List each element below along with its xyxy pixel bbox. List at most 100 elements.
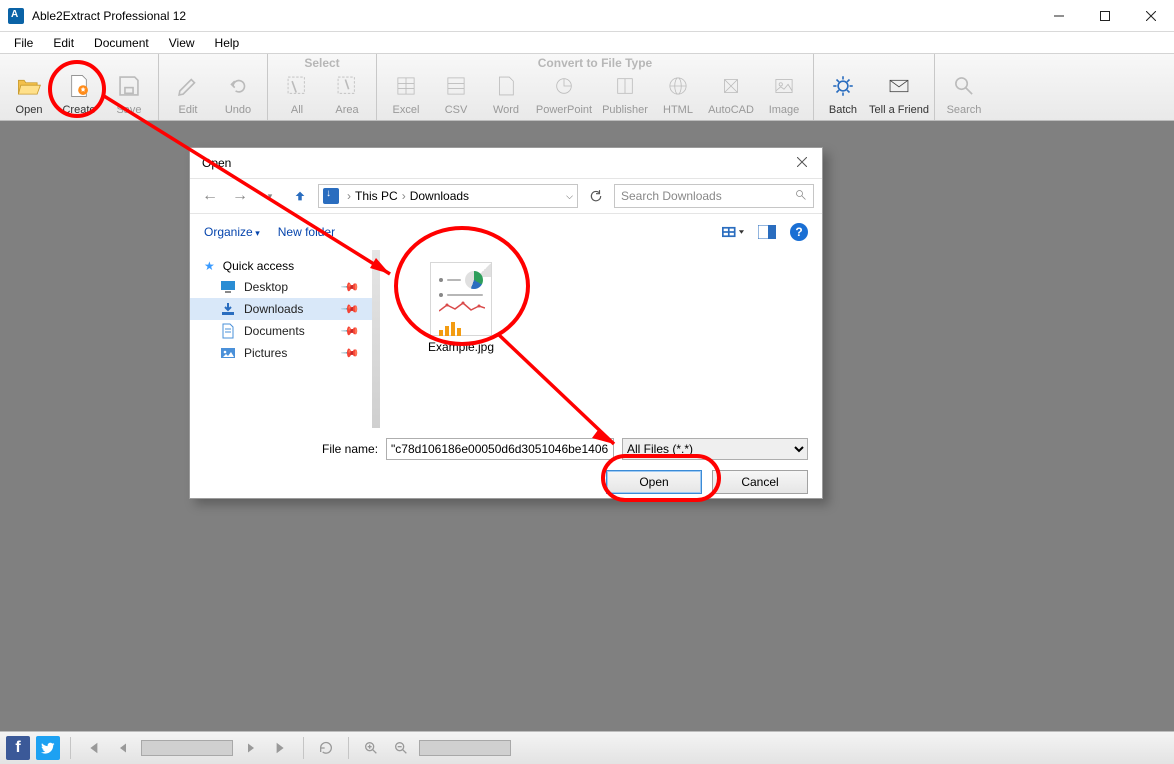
documents-icon [220,323,236,339]
sidebar-item-pictures[interactable]: Pictures 📌 [190,342,372,364]
excel-icon [392,72,420,100]
menu-edit[interactable]: Edit [43,34,84,52]
convert-csv-button[interactable]: CSV [431,54,481,120]
search-label: Search [947,104,982,116]
nav-up-button[interactable] [288,184,312,208]
chevron-down-icon[interactable]: ⌵ [566,191,573,202]
breadcrumb-folder[interactable]: Downloads [410,189,469,203]
page-slider[interactable] [141,740,233,756]
select-all-button[interactable]: All [272,56,322,120]
facebook-icon[interactable]: f [6,736,30,760]
undo-icon [224,72,252,100]
help-button[interactable]: ? [790,223,808,241]
twitter-icon[interactable] [36,736,60,760]
convert-html-button[interactable]: HTML [653,54,703,120]
filename-label: File name: [322,442,378,456]
nav-forward-button[interactable]: → [228,184,252,208]
cancel-button[interactable]: Cancel [712,470,808,494]
search-input[interactable]: Search Downloads [614,184,814,208]
breadcrumb[interactable]: › This PC › Downloads ⌵ [318,184,578,208]
preview-pane-button[interactable] [756,223,778,241]
zoom-in-button[interactable] [359,736,383,760]
file-item-example[interactable]: Example.jpg [422,262,500,354]
menu-help[interactable]: Help [205,34,250,52]
rotate-button[interactable] [314,736,338,760]
close-icon [797,157,807,167]
area-label: Area [335,104,358,116]
convert-autocad-button[interactable]: AutoCAD [703,54,759,120]
create-label: Create [62,104,95,116]
organize-button[interactable]: Organize [204,225,260,239]
menu-view[interactable]: View [159,34,205,52]
downloads-icon [323,188,339,204]
nav-history-dropdown[interactable]: ▾ [258,184,282,208]
search-icon [950,72,978,100]
maximize-icon [1100,11,1110,21]
open-file-button[interactable]: Open [606,470,702,494]
zoom-out-button[interactable] [389,736,413,760]
undo-button[interactable]: Undo [213,54,263,120]
powerpoint-label: PowerPoint [536,104,592,116]
publisher-label: Publisher [602,104,648,116]
next-page-button[interactable] [239,736,263,760]
select-all-icon [283,72,311,100]
dialog-close-button[interactable] [788,152,816,172]
autocad-label: AutoCAD [708,104,754,116]
dialog-titlebar: Open [190,148,822,178]
batch-button[interactable]: Batch [818,54,868,120]
chevron-right-icon: › [398,189,410,203]
convert-excel-button[interactable]: Excel [381,54,431,120]
dialog-toolbar: Organize New folder ? [190,214,822,250]
convert-image-button[interactable]: Image [759,54,809,120]
toolbar: Open Create Save Edit Undo Select All Ar… [0,54,1174,121]
sidebar-item-downloads[interactable]: Downloads 📌 [190,298,372,320]
minimize-button[interactable] [1036,0,1082,32]
menu-document[interactable]: Document [84,34,159,52]
dialog-nav: ← → ▾ › This PC › Downloads ⌵ Search Dow… [190,178,822,214]
last-page-button[interactable] [269,736,293,760]
create-document-icon [65,72,93,100]
csv-icon [442,72,470,100]
up-arrow-icon [293,189,307,203]
close-button[interactable] [1128,0,1174,32]
filename-input[interactable] [386,438,614,460]
prev-page-button[interactable] [111,736,135,760]
maximize-button[interactable] [1082,0,1128,32]
edit-label: Edit [179,104,198,116]
word-label: Word [493,104,519,116]
sidebar-item-desktop[interactable]: Desktop 📌 [190,276,372,298]
select-area-button[interactable]: Area [322,56,372,120]
filetype-dropdown[interactable]: All Files (*.*) [622,438,808,460]
tell-friend-button[interactable]: Tell a Friend [868,54,930,120]
nav-back-button[interactable]: ← [198,184,222,208]
menu-file[interactable]: File [4,34,43,52]
convert-publisher-button[interactable]: Publisher [597,54,653,120]
undo-label: Undo [225,104,251,116]
sidebar-item-documents[interactable]: Documents 📌 [190,320,372,342]
sidebar-item-quick-access[interactable]: ★ Quick access [190,256,372,276]
downloads-icon [220,301,236,317]
breadcrumb-root[interactable]: This PC [355,189,398,203]
open-dialog: Open ← → ▾ › This PC › Downloads ⌵ Searc… [189,147,823,499]
view-mode-button[interactable] [722,223,744,241]
new-folder-button[interactable]: New folder [278,225,335,239]
save-button[interactable]: Save [104,54,154,120]
html-icon [664,72,692,100]
sparkline-icon [439,301,485,315]
create-button[interactable]: Create [54,54,104,120]
convert-word-button[interactable]: Word [481,54,531,120]
first-page-button[interactable] [81,736,105,760]
open-button[interactable]: Open [4,54,54,120]
autocad-icon [717,72,745,100]
all-label: All [291,104,303,116]
file-pane[interactable]: Example.jpg [380,250,822,428]
status-bar: f [0,731,1174,764]
search-button[interactable]: Search [939,54,989,120]
convert-powerpoint-button[interactable]: PowerPoint [531,54,597,120]
pin-icon: 📌 [340,343,360,363]
zoom-slider[interactable] [419,740,511,756]
sidebar-scrollbar[interactable] [372,250,380,428]
refresh-button[interactable] [584,184,608,208]
edit-button[interactable]: Edit [163,54,213,120]
batch-gear-icon [829,72,857,100]
